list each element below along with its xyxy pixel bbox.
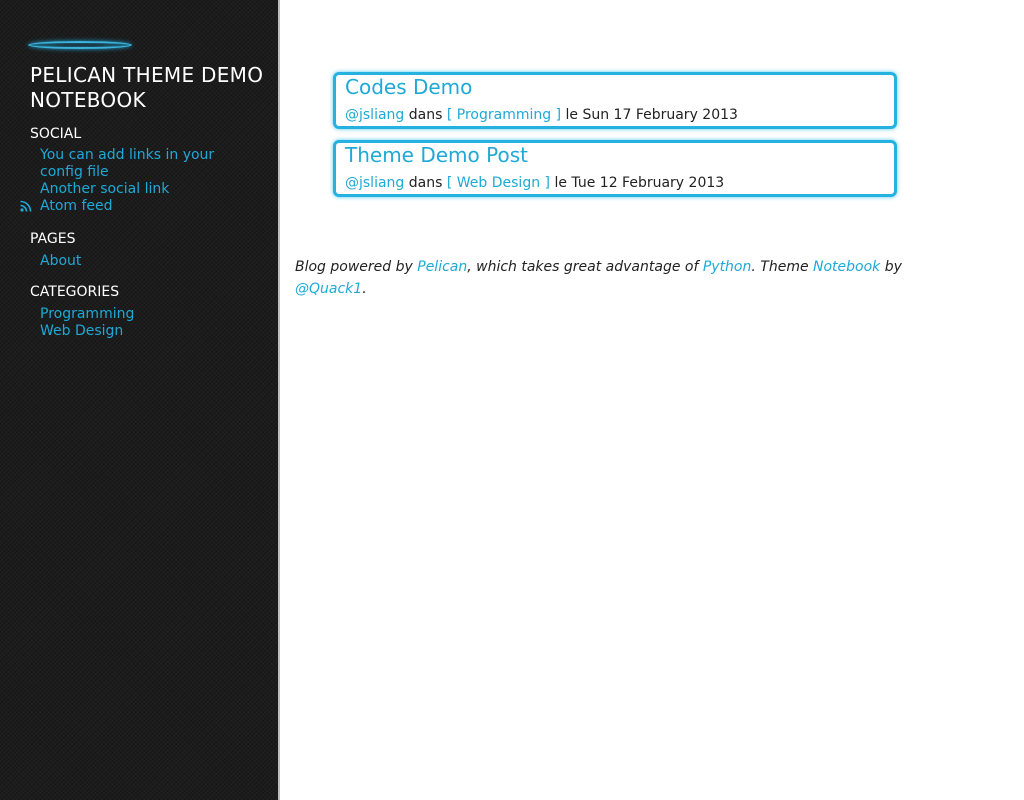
categories-links: Programming Web Design xyxy=(40,306,230,340)
page-link-about[interactable]: About xyxy=(40,253,230,270)
footer: Blog powered by Pelican, which takes gre… xyxy=(295,256,905,300)
footer-text: . xyxy=(362,281,367,297)
post-card: Codes Demo @jsliang dans [ Programming ]… xyxy=(333,72,897,129)
footer-text: Blog powered by xyxy=(295,259,418,275)
site-title[interactable]: PELICAN THEME DEMO NOTEBOOK xyxy=(30,63,270,113)
post-meta-dans: dans xyxy=(408,107,443,123)
footer-text: by xyxy=(880,259,902,275)
category-link-programming-label[interactable]: Programming xyxy=(40,306,134,322)
categories-heading: CATEGORIES xyxy=(30,284,120,300)
post-meta: @jsliang dans [ Web Design ] le Tue 12 F… xyxy=(345,175,724,192)
post-author-link[interactable]: @jsliang xyxy=(345,175,404,191)
social-heading: SOCIAL xyxy=(30,126,82,142)
post-date: Sun 17 February 2013 xyxy=(582,107,738,123)
post-meta-le: le xyxy=(565,107,579,123)
post-meta: @jsliang dans [ Programming ] le Sun 17 … xyxy=(345,107,738,124)
quack1-link[interactable]: @Quack1 xyxy=(295,281,362,297)
social-link-another-label[interactable]: Another social link xyxy=(40,181,169,197)
post-author-link[interactable]: @jsliang xyxy=(345,107,404,123)
atom-feed-label[interactable]: Atom feed xyxy=(40,198,113,214)
social-links: You can add links in your config file An… xyxy=(20,147,230,215)
social-link-another[interactable]: Another social link xyxy=(40,181,230,198)
footer-text: , which takes great advantage of xyxy=(467,259,703,275)
post-category-link[interactable]: [ Programming ] xyxy=(447,107,561,123)
pages-links: About xyxy=(40,253,230,270)
pelican-link[interactable]: Pelican xyxy=(417,259,467,275)
category-link-programming[interactable]: Programming xyxy=(40,306,230,323)
halo-logo xyxy=(28,41,132,49)
python-link[interactable]: Python xyxy=(703,259,752,275)
atom-feed-link[interactable]: Atom feed xyxy=(20,198,230,215)
notebook-link[interactable]: Notebook xyxy=(813,259,880,275)
post-title-link[interactable]: Theme Demo Post xyxy=(345,143,528,167)
social-link-config[interactable]: You can add links in your config file xyxy=(40,147,230,181)
post-meta-dans: dans xyxy=(408,175,443,191)
post-title-link[interactable]: Codes Demo xyxy=(345,75,472,99)
page-link-about-label[interactable]: About xyxy=(40,253,81,269)
pages-heading: PAGES xyxy=(30,231,76,247)
post-date: Tue 12 February 2013 xyxy=(571,175,725,191)
category-link-web-design-label[interactable]: Web Design xyxy=(40,323,123,339)
category-link-web-design[interactable]: Web Design xyxy=(40,323,230,340)
social-link-config-label[interactable]: You can add links in your config file xyxy=(40,147,214,180)
rss-icon xyxy=(20,200,32,212)
post-meta-le: le xyxy=(554,175,567,191)
post-card: Theme Demo Post @jsliang dans [ Web Desi… xyxy=(333,140,897,197)
footer-text: . Theme xyxy=(751,259,814,275)
post-category-link[interactable]: [ Web Design ] xyxy=(447,175,550,191)
sidebar: PELICAN THEME DEMO NOTEBOOK SOCIAL You c… xyxy=(0,0,280,800)
